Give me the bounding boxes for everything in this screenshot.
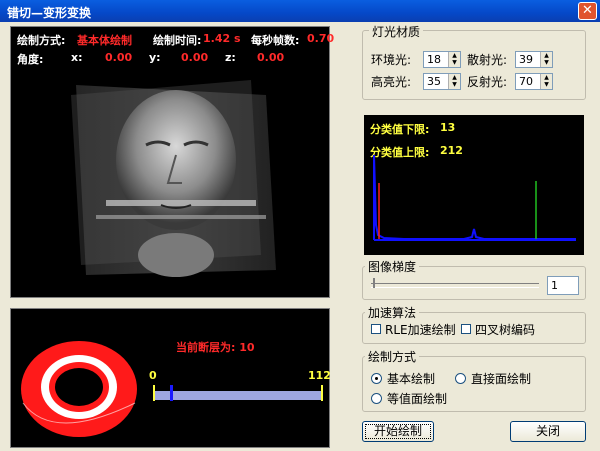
specular-spinner[interactable]: 35 ▲ ▼ [423,73,461,90]
spinner-arrows-icon[interactable]: ▲ ▼ [540,52,552,67]
slice-track[interactable] [155,391,321,400]
x-label: x: [71,51,83,64]
histogram-plot [373,154,576,241]
fps-value: 0.70 [307,32,335,45]
diffuse-label: 散射光: [467,53,508,67]
radio-isosurface[interactable] [371,393,382,404]
z-value: 0.00 [257,51,285,64]
slice-max-label: 112 [308,369,331,382]
close-button[interactable]: 关闭 [510,421,586,442]
window-title: 错切—变形变换 [7,6,92,20]
gradient-group-title: 图像梯度 [365,258,420,275]
render-time-label: 绘制时间: [153,34,202,47]
octree-label[interactable]: 四叉树编码 [475,321,535,338]
material-group: 灯光材质 环境光: 18 ▲ ▼ 散射光: 39 ▲ ▼ 高亮光: 35 ▲ ▼ 反射… [362,23,586,100]
draw-mode-group-title: 绘制方式 [365,348,420,365]
close-icon: ✕ [582,3,593,18]
start-render-button[interactable]: 开始绘制 [362,421,434,442]
accel-group-title: 加速算法 [365,304,420,321]
diffuse-value: 39 [519,53,533,66]
rle-checkbox[interactable] [371,324,381,334]
specular-label: 高亮光: [371,75,412,89]
draw-mode-group: 绘制方式 基本绘制 直接面绘制 等值面绘制 [362,348,586,412]
current-slice-label: 当前断层为: 10 [176,341,255,354]
slice-max-tick [321,385,323,401]
angle-label: 角度: [17,53,44,66]
reflect-spinner[interactable]: 70 ▲ ▼ [515,73,553,90]
y-value: 0.00 [181,51,209,64]
direct-surface-label[interactable]: 直接面绘制 [471,370,531,387]
title-bar: 错切—变形变换 ✕ [0,0,600,22]
slice-position-marker[interactable] [169,385,173,401]
slice-view-panel: 当前断层为: 10 0 112 [10,308,331,448]
reflect-label: 反射光: [467,75,508,89]
material-group-title: 灯光材质 [369,23,424,40]
accel-group: 加速算法 RLE加速绘制 四叉树编码 [362,304,586,344]
reflect-value: 70 [519,75,533,88]
spinner-arrows-icon[interactable]: ▲ ▼ [448,74,460,89]
gradient-slider-track[interactable] [371,283,539,288]
z-label: z: [225,51,236,64]
ambient-value: 18 [427,53,441,66]
render-time-value: 1.42 s [203,32,241,45]
histogram-panel[interactable]: 分类值下限: 13 分类值上限: 212 [364,115,584,255]
volume-render-image [71,80,276,277]
ambient-label: 环境光: [371,53,412,67]
gradient-input[interactable]: 1 [547,276,579,295]
octree-checkbox[interactable] [461,324,471,334]
spinner-arrows-icon[interactable]: ▲ ▼ [540,74,552,89]
specular-value: 35 [427,75,441,88]
y-label: y: [149,51,161,64]
spinner-arrows-icon[interactable]: ▲ ▼ [448,52,460,67]
radio-direct-surface[interactable] [455,373,466,384]
diffuse-spinner[interactable]: 39 ▲ ▼ [515,51,553,68]
rle-label[interactable]: RLE加速绘制 [385,321,456,338]
isosurface-label[interactable]: 等值面绘制 [387,390,447,407]
gradient-slider-thumb[interactable] [373,278,375,288]
radio-basic-draw[interactable] [371,373,382,384]
close-window-button[interactable]: ✕ [578,2,597,20]
x-value: 0.00 [105,51,133,64]
slice-min-label: 0 [149,369,157,382]
slice-image [21,341,137,437]
render-mode-value: 基本体绘制 [77,34,132,47]
ambient-spinner[interactable]: 18 ▲ ▼ [423,51,461,68]
render-view[interactable]: 绘制方式: 基本体绘制 绘制时间: 1.42 s 每秒帧数: 0.70 角度: … [10,26,334,298]
basic-draw-label[interactable]: 基本绘制 [387,370,435,387]
gradient-group: 图像梯度 1 [362,258,586,300]
render-mode-label: 绘制方式: [17,34,66,47]
fps-label: 每秒帧数: [251,34,300,47]
